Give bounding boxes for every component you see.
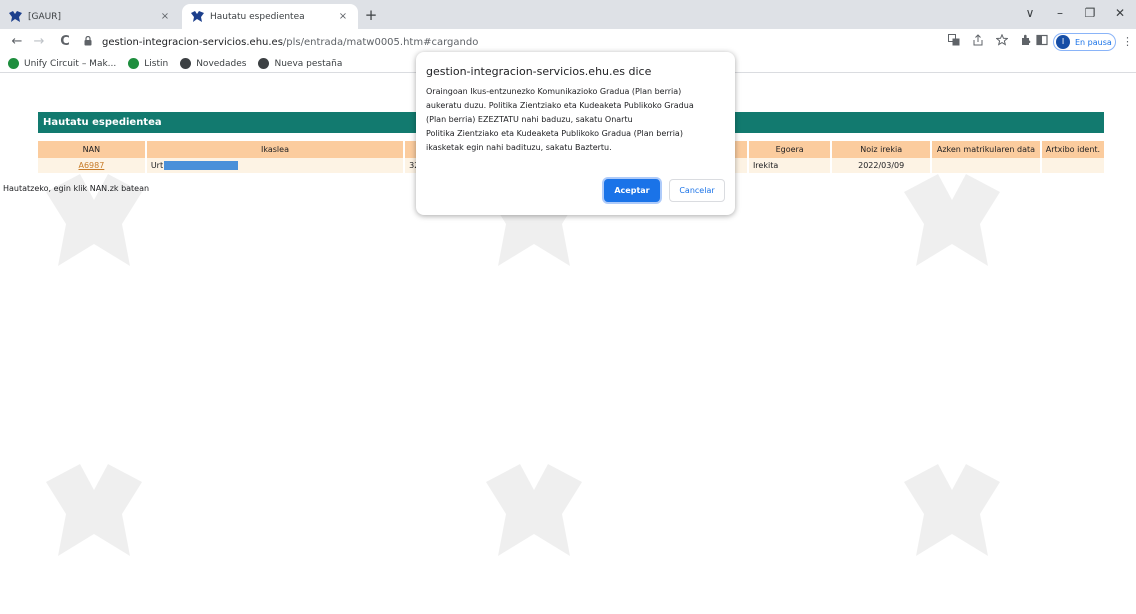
restore-button[interactable]: ❐	[1076, 3, 1104, 23]
selection-hint: Hautatzeko, egin klik NAN.zk batean	[3, 184, 150, 193]
cancel-button[interactable]: Cancelar	[669, 179, 725, 202]
new-tab-button[interactable]: +	[362, 6, 380, 24]
tab-strip: [GAUR] × Hautatu espedientea × + ∨ – ❐ ✕	[0, 0, 1136, 29]
bookmark-label: Novedades	[196, 58, 247, 69]
bookmark-label: Listin	[144, 58, 169, 69]
tab-hautatu-espedientea[interactable]: Hautatu espedientea ×	[182, 4, 358, 29]
redaction-block	[164, 161, 239, 170]
menu-icon[interactable]: ⋮	[1122, 34, 1133, 50]
dialog-message: Oraingoan Ikus-entzunezko Komunikazioko …	[426, 87, 694, 152]
lock-icon	[84, 35, 96, 49]
cell-noiz-irekia: 2022/03/09	[831, 158, 933, 173]
bookmark-novedades[interactable]: Novedades	[180, 58, 246, 69]
url-host: gestion-integracion-servicios.ehu.es	[102, 36, 283, 48]
ehu-watermark-icon	[904, 174, 1000, 266]
column-header-egoera: Egoera	[747, 141, 833, 158]
bookmark-star-icon[interactable]	[994, 33, 1010, 50]
ehu-watermark-icon	[486, 464, 582, 556]
url-path: /pls/entrada/matw0005.htm#cargando	[282, 36, 479, 48]
forward-button[interactable]: →	[30, 33, 48, 51]
cell-egoera: Irekita	[747, 158, 833, 173]
avatar: I	[1056, 35, 1070, 49]
accept-button[interactable]: Aceptar	[604, 179, 660, 202]
extensions-icon[interactable]	[1018, 34, 1034, 50]
column-header-artxibo: Artxibo ident.	[1040, 141, 1104, 158]
translate-icon[interactable]	[946, 34, 962, 50]
globe-icon	[180, 58, 192, 69]
tab-search-icon[interactable]: ∨	[1016, 3, 1044, 23]
ehu-logo-icon	[8, 10, 22, 24]
back-button[interactable]: ←	[8, 33, 26, 51]
alert-dialog: gestion-integracion-servicios.ehu.es dic…	[416, 52, 735, 215]
cell-azken-matrikula	[931, 158, 1042, 173]
window-close-button[interactable]: ✕	[1106, 3, 1134, 23]
column-header-noiz-irekia: Noiz irekia	[831, 141, 933, 158]
cell-artxibo	[1040, 158, 1104, 173]
nan-link[interactable]: A6987	[78, 161, 104, 170]
close-icon[interactable]: ×	[158, 11, 172, 22]
dialog-title: gestion-integracion-servicios.ehu.es dic…	[426, 65, 652, 78]
close-icon[interactable]: ×	[336, 11, 350, 22]
minimize-button[interactable]: –	[1046, 3, 1074, 23]
ehu-logo-icon	[190, 10, 204, 24]
bookmark-label: Nueva pestaña	[274, 58, 343, 69]
student-name: Urt	[150, 161, 164, 170]
cell-nan: A6987	[38, 158, 147, 173]
address-bar[interactable]: gestion-integracion-servicios.ehu.es/pls…	[84, 32, 904, 52]
bookmark-label: Unify Circuit – Mak...	[24, 58, 117, 69]
bookmark-nueva-pestana[interactable]: Nueva pestaña	[258, 58, 342, 69]
bookmark-unify[interactable]: Unify Circuit – Mak...	[8, 58, 116, 69]
bookmark-listin[interactable]: Listin	[128, 58, 168, 69]
tab-title: [GAUR]	[28, 11, 61, 22]
column-header-nan: NAN	[38, 141, 147, 158]
profile-button[interactable]: I En pausa	[1053, 33, 1116, 51]
profile-status: En pausa	[1075, 37, 1112, 47]
ehu-watermark-icon	[46, 464, 142, 556]
reload-button[interactable]: C	[56, 33, 74, 51]
circle-icon	[128, 58, 140, 69]
globe-icon	[258, 58, 270, 69]
column-header-azken-matrikula: Azken matrikularen data	[931, 141, 1042, 158]
ehu-watermark-icon	[904, 464, 1000, 556]
column-header-ikaslea: Ikaslea	[145, 141, 406, 158]
cell-ikaslea: Urt	[145, 158, 406, 173]
circle-icon	[8, 58, 19, 69]
tab-gaur[interactable]: [GAUR] ×	[0, 4, 180, 29]
side-panel-icon[interactable]	[1034, 34, 1050, 50]
tab-title: Hautatu espedientea	[210, 11, 305, 22]
share-icon[interactable]	[970, 34, 986, 50]
